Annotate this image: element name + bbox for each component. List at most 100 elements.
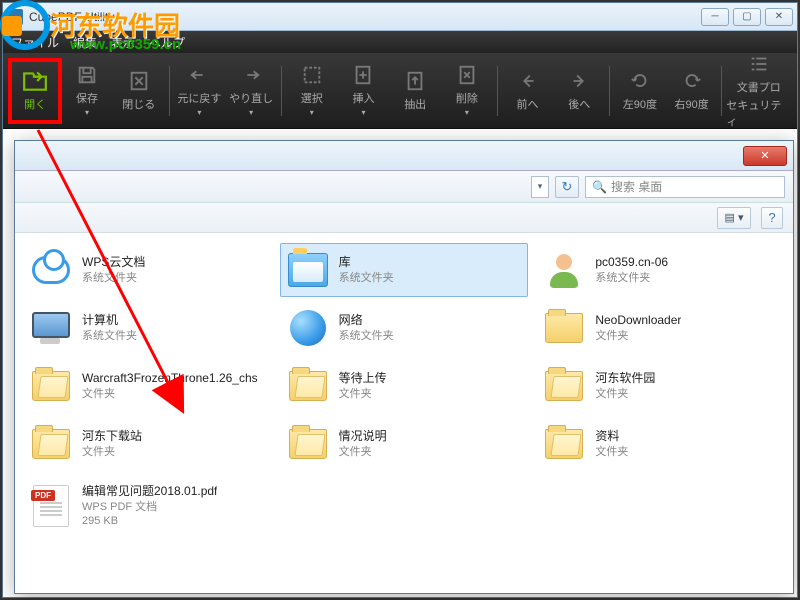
- chevron-down-icon: ▾: [361, 108, 365, 117]
- file-item[interactable]: 库系统文件夹: [280, 243, 529, 297]
- delete-button[interactable]: 削除▾: [441, 59, 493, 123]
- separator: [281, 66, 282, 116]
- extract-button[interactable]: 抽出: [389, 59, 441, 123]
- separator: [497, 66, 498, 116]
- file-type: 系统文件夹: [595, 271, 668, 285]
- file-type: 文件夹: [595, 387, 655, 401]
- help-button[interactable]: ?: [761, 207, 783, 229]
- chevron-down-icon: ▾: [465, 108, 469, 117]
- next-icon: [566, 70, 592, 92]
- close-doc-button[interactable]: 閉じる: [113, 59, 165, 123]
- file-name: Warcraft3FrozenThrone1.26_chs: [82, 371, 258, 387]
- dialog-body: WPS云文档系统文件夹库系统文件夹pc0359.cn-06系统文件夹计算机系统文…: [15, 233, 793, 593]
- file-size: 295 KB: [82, 514, 217, 528]
- file-type: 系统文件夹: [339, 329, 394, 343]
- user-folder-icon: [546, 252, 582, 288]
- file-type: 文件夹: [82, 445, 142, 459]
- search-placeholder: 搜索 桌面: [611, 178, 662, 195]
- next-button[interactable]: 後へ: [553, 59, 605, 123]
- open-button[interactable]: 開く: [9, 59, 61, 123]
- file-name: WPS云文档: [82, 255, 145, 271]
- select-button[interactable]: 選択▾: [286, 59, 338, 123]
- search-icon: 🔍: [592, 180, 607, 194]
- separator: [169, 66, 170, 116]
- file-pane[interactable]: WPS云文档系统文件夹库系统文件夹pc0359.cn-06系统文件夹计算机系统文…: [15, 233, 793, 593]
- view-mode-button[interactable]: ▤ ▾: [717, 207, 751, 229]
- file-name: 情况说明: [339, 429, 387, 445]
- toolbar: 開く 保存▾ 閉じる 元に戻す▾ やり直し▾ 選択▾ 挿入▾: [3, 53, 797, 129]
- folder-icon: [545, 313, 583, 343]
- rotate-right-icon: [679, 70, 705, 92]
- path-dropdown[interactable]: ▾: [531, 176, 549, 198]
- folder-icon: [32, 371, 70, 401]
- network-icon: [290, 310, 326, 346]
- folder-icon: [289, 429, 327, 459]
- window-controls: ─ ▢ ✕: [701, 8, 793, 26]
- file-item[interactable]: pc0359.cn-06系统文件夹: [536, 243, 785, 297]
- file-name: 河东软件园: [595, 371, 655, 387]
- file-type: 文件夹: [339, 387, 387, 401]
- chevron-down-icon: ▾: [197, 108, 201, 117]
- folder-icon: [289, 371, 327, 401]
- file-item[interactable]: 河东软件园文件夹: [536, 359, 785, 413]
- chevron-down-icon: ▾: [310, 108, 314, 117]
- rotate-left-icon: [627, 70, 653, 92]
- insert-icon: [350, 64, 376, 86]
- file-name: pc0359.cn-06: [595, 255, 668, 271]
- search-input[interactable]: 🔍 搜索 桌面: [585, 176, 785, 198]
- open-icon: [22, 70, 48, 92]
- file-item[interactable]: Warcraft3FrozenThrone1.26_chs文件夹: [23, 359, 272, 413]
- separator: [721, 66, 722, 116]
- file-item[interactable]: 网络系统文件夹: [280, 301, 529, 355]
- file-item[interactable]: NeoDownloader文件夹: [536, 301, 785, 355]
- refresh-button[interactable]: ↻: [555, 176, 579, 198]
- app-icon: [7, 9, 23, 25]
- file-type: 系统文件夹: [82, 271, 145, 285]
- chevron-down-icon: ▾: [85, 108, 89, 117]
- dialog-titlebar: ✕: [15, 141, 793, 171]
- redo-icon: [238, 64, 264, 86]
- chevron-down-icon: ▾: [249, 108, 253, 117]
- save-button[interactable]: 保存▾: [61, 59, 113, 123]
- list-icon: [746, 53, 772, 75]
- folder-icon: [545, 371, 583, 401]
- file-name: 库: [339, 255, 394, 271]
- docprops-button[interactable]: 文書プロ セキュリティ: [726, 59, 791, 123]
- file-item[interactable]: 编辑常见问题2018.01.pdfWPS PDF 文档295 KB: [23, 475, 272, 537]
- file-name: 计算机: [82, 313, 137, 329]
- insert-button[interactable]: 挿入▾: [338, 59, 390, 123]
- file-type: 系统文件夹: [82, 329, 137, 343]
- file-type: 文件夹: [595, 329, 681, 343]
- maximize-button[interactable]: ▢: [733, 8, 761, 26]
- file-type: 文件夹: [339, 445, 387, 459]
- file-name: NeoDownloader: [595, 313, 681, 329]
- file-item[interactable]: 河东下载站文件夹: [23, 417, 272, 471]
- file-item[interactable]: 情况说明文件夹: [280, 417, 529, 471]
- file-item[interactable]: 资料文件夹: [536, 417, 785, 471]
- redo-button[interactable]: やり直し▾: [225, 59, 277, 123]
- dialog-navbar: ▾ ↻ 🔍 搜索 桌面: [15, 171, 793, 203]
- prev-button[interactable]: 前へ: [502, 59, 554, 123]
- undo-button[interactable]: 元に戻す▾: [174, 59, 226, 123]
- close-button[interactable]: ✕: [765, 8, 793, 26]
- rotate-right-button[interactable]: 右90度: [666, 59, 718, 123]
- watermark-url: www.pc0359.cn: [70, 36, 181, 53]
- delete-icon: [454, 64, 480, 86]
- file-item[interactable]: 计算机系统文件夹: [23, 301, 272, 355]
- cloud-icon: [32, 256, 70, 284]
- file-name: 编辑常见问题2018.01.pdf: [82, 484, 217, 500]
- file-type: WPS PDF 文档: [82, 500, 217, 514]
- minimize-button[interactable]: ─: [701, 8, 729, 26]
- file-item[interactable]: 等待上传文件夹: [280, 359, 529, 413]
- extract-icon: [402, 70, 428, 92]
- undo-icon: [186, 64, 212, 86]
- separator: [609, 66, 610, 116]
- file-open-dialog: ✕ ▾ ↻ 🔍 搜索 桌面 ▤ ▾ ? WPS云文档系统文件夹库系统文件夹pc0…: [14, 140, 794, 594]
- library-icon: [288, 253, 328, 287]
- file-type: 文件夹: [595, 445, 628, 459]
- file-name: 等待上传: [339, 371, 387, 387]
- rotate-left-button[interactable]: 左90度: [614, 59, 666, 123]
- dialog-close-button[interactable]: ✕: [743, 146, 787, 166]
- file-item[interactable]: WPS云文档系统文件夹: [23, 243, 272, 297]
- computer-icon: [32, 312, 70, 344]
